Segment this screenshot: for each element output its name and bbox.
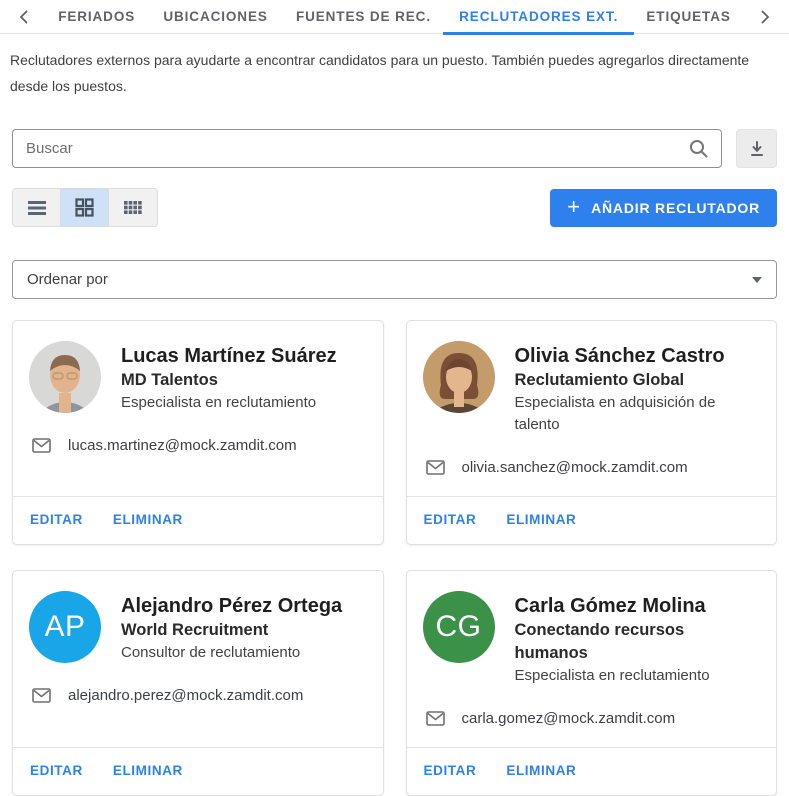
avatar — [29, 341, 101, 413]
avatar: CG — [422, 591, 495, 663]
email-icon — [32, 688, 51, 703]
download-button[interactable] — [736, 129, 777, 168]
edit-button[interactable]: EDITAR — [424, 763, 477, 778]
recruiter-company: MD Talentos — [121, 371, 218, 389]
avatar-initials: AP — [44, 610, 86, 643]
card-header: Olivia Sánchez Castro Reclutamiento Glob… — [422, 341, 761, 436]
grid-view-button[interactable] — [61, 189, 109, 226]
edit-button[interactable]: EDITAR — [30, 763, 83, 778]
recruiter-card: Lucas Martínez Suárez MD Talentos Especi… — [12, 320, 384, 545]
delete-button[interactable]: ELIMINAR — [506, 763, 576, 778]
settings-tabbar: FERIADOS UBICACIONES FUENTES DE REC. REC… — [0, 0, 789, 35]
card-actions: EDITAR ELIMINAR — [13, 747, 383, 795]
recruiter-name: Lucas Martínez Suárez — [121, 345, 337, 367]
recruiter-role: Consultor de reclutamiento — [121, 644, 301, 661]
email-row: alejandro.perez@mock.zamdit.com — [32, 687, 367, 704]
card-body: Lucas Martínez Suárez MD Talentos Especi… — [13, 321, 383, 496]
recruiter-company: Reclutamiento Global — [514, 371, 685, 389]
sort-by-label: Ordenar por — [27, 271, 108, 288]
delete-button[interactable]: ELIMINAR — [113, 512, 183, 527]
card-info: Lucas Martínez Suárez MD Talentos Especi… — [121, 341, 337, 414]
dropdown-arrow-icon — [752, 276, 762, 283]
photo-avatar — [29, 341, 101, 413]
plus-icon: + — [567, 193, 581, 219]
male-portrait-photo — [29, 341, 101, 413]
recruiter-email: lucas.martinez@mock.zamdit.com — [68, 437, 297, 454]
card-info: Alejandro Pérez Ortega World Recruitment… — [121, 591, 342, 664]
recruiter-role: Especialista en reclutamiento — [514, 667, 710, 684]
card-actions: EDITAR ELIMINAR — [406, 496, 776, 544]
email-row: carla.gomez@mock.zamdit.com — [425, 710, 761, 727]
tabs-scroll-left-button[interactable] — [16, 9, 32, 25]
add-recruiter-label: AÑADIR RECLUTADOR — [591, 199, 760, 216]
card-header: Lucas Martínez Suárez MD Talentos Especi… — [29, 341, 367, 414]
download-icon — [750, 140, 763, 156]
list-view-button[interactable] — [13, 189, 61, 226]
sort-by-select[interactable]: Ordenar por — [12, 260, 777, 299]
avatar-initials: CG — [435, 610, 482, 643]
recruiter-name: Olivia Sánchez Castro — [514, 345, 725, 367]
view-toggle-group — [12, 188, 158, 227]
card-body: CG Carla Gómez Molina Conectando recurso… — [407, 571, 777, 747]
recruiter-card: AP Alejandro Pérez Ortega World Recruitm… — [12, 570, 384, 796]
tab-fuentes-de-rec[interactable]: FUENTES DE REC. — [294, 0, 433, 34]
table-view-icon — [124, 200, 142, 214]
card-info: Carla Gómez Molina Conectando recursos h… — [515, 591, 761, 687]
recruiter-role: Especialista en adquisición de talento — [514, 394, 716, 433]
chevron-right-icon — [761, 10, 770, 23]
card-actions: EDITAR ELIMINAR — [13, 496, 383, 544]
edit-button[interactable]: EDITAR — [30, 512, 83, 527]
add-recruiter-button[interactable]: + AÑADIR RECLUTADOR — [550, 188, 777, 227]
email-row: olivia.sanchez@mock.zamdit.com — [425, 459, 761, 476]
card-header: CG Carla Gómez Molina Conectando recurso… — [422, 591, 761, 687]
avatar — [422, 341, 495, 413]
search-input[interactable] — [12, 129, 722, 168]
section-description: Reclutadores externos para ayudarte a en… — [10, 52, 750, 94]
tab-etiquetas[interactable]: ETIQUETAS — [644, 0, 732, 34]
tabs-scroll-right-button[interactable] — [757, 9, 773, 25]
search-box — [12, 129, 722, 168]
recruiter-email: alejandro.perez@mock.zamdit.com — [68, 687, 304, 704]
email-icon — [425, 460, 445, 475]
delete-button[interactable]: ELIMINAR — [113, 763, 183, 778]
search-icon — [688, 138, 709, 164]
photo-avatar — [422, 341, 495, 413]
card-body: Olivia Sánchez Castro Reclutamiento Glob… — [407, 321, 777, 496]
grid-view-icon — [75, 198, 94, 217]
recruiter-name: Alejandro Pérez Ortega — [121, 595, 343, 617]
list-view-icon — [27, 200, 46, 215]
recruiter-card: CG Carla Gómez Molina Conectando recurso… — [405, 570, 777, 796]
tab-reclutadores-ext[interactable]: RECLUTADORES EXT. — [443, 0, 635, 35]
recruiter-name: Carla Gómez Molina — [514, 595, 706, 617]
email-icon — [425, 711, 445, 726]
tab-feriados[interactable]: FERIADOS — [56, 0, 137, 34]
recruiter-company: World Recruitment — [121, 621, 269, 639]
recruiter-card: Olivia Sánchez Castro Reclutamiento Glob… — [405, 320, 777, 545]
email-row: lucas.martinez@mock.zamdit.com — [32, 437, 367, 454]
recruiter-email: olivia.sanchez@mock.zamdit.com — [461, 459, 688, 476]
card-actions: EDITAR ELIMINAR — [406, 747, 776, 795]
recruiter-role: Especialista en reclutamiento — [121, 394, 317, 411]
card-info: Olivia Sánchez Castro Reclutamiento Glob… — [515, 341, 761, 436]
recruiter-email: carla.gomez@mock.zamdit.com — [461, 710, 676, 727]
controls-row: + AÑADIR RECLUTADOR — [12, 188, 777, 227]
recruiter-grid: Lucas Martínez Suárez MD Talentos Especi… — [12, 320, 777, 796]
female-portrait-photo — [422, 341, 495, 413]
tab-ubicaciones[interactable]: UBICACIONES — [161, 0, 269, 34]
table-view-button[interactable] — [109, 189, 157, 226]
delete-button[interactable]: ELIMINAR — [506, 512, 576, 527]
card-header: AP Alejandro Pérez Ortega World Recruitm… — [29, 591, 367, 664]
avatar: AP — [29, 591, 101, 663]
recruiter-company: Conectando recursos humanos — [514, 621, 685, 662]
chevron-left-icon — [19, 10, 28, 23]
edit-button[interactable]: EDITAR — [424, 512, 477, 527]
search-row — [12, 129, 777, 168]
card-body: AP Alejandro Pérez Ortega World Recruitm… — [13, 571, 383, 747]
email-icon — [32, 438, 51, 453]
